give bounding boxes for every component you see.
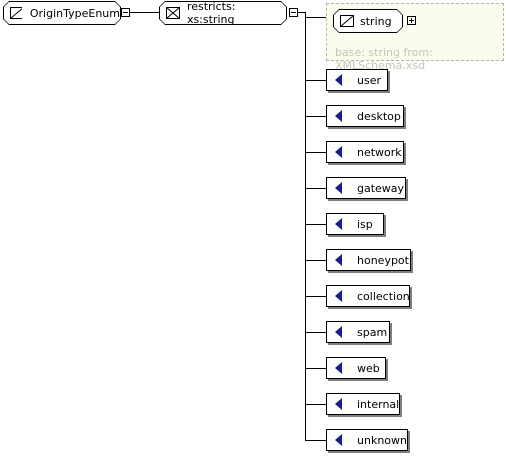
enum-label: honeypot: [357, 253, 409, 267]
connector: [130, 12, 159, 13]
connector: [305, 260, 326, 261]
enum-label: spam: [357, 325, 388, 339]
root-collapse-toggle[interactable]: [121, 8, 130, 17]
enum-label: isp: [357, 217, 373, 231]
enum-label: user: [357, 73, 381, 87]
simple-type-icon: [340, 15, 354, 27]
enum-desktop[interactable]: desktop: [326, 105, 404, 127]
enum-marker-icon: [335, 398, 342, 410]
base-type-expand-toggle[interactable]: [407, 16, 416, 25]
enum-marker-icon: [335, 254, 342, 266]
enum-marker-icon: [335, 218, 342, 230]
connector: [305, 80, 326, 81]
enum-unknown[interactable]: unknown: [326, 429, 408, 451]
enum-marker-icon: [335, 182, 342, 194]
enum-marker-icon: [335, 74, 342, 86]
enum-network[interactable]: network: [326, 141, 404, 163]
enum-marker-icon: [335, 110, 342, 122]
connector: [305, 404, 326, 405]
enum-marker-icon: [335, 326, 342, 338]
enum-marker-icon: [335, 146, 342, 158]
enum-label: network: [357, 145, 402, 159]
connector: [305, 296, 326, 297]
enum-honeypot[interactable]: honeypot: [326, 249, 411, 271]
enum-isp[interactable]: isp: [326, 213, 384, 235]
enum-label: desktop: [357, 109, 401, 123]
enum-label: gateway: [357, 181, 405, 195]
enum-label: collection: [357, 289, 410, 303]
enum-marker-icon: [335, 362, 342, 374]
tree-trunk: [305, 12, 306, 441]
enum-user[interactable]: user: [326, 69, 388, 91]
restriction-label: restricts: xs:string: [186, 0, 236, 26]
origin-type-enum-node[interactable]: OriginTypeEnum: [3, 1, 121, 25]
restriction-node[interactable]: restricts: xs:string: [159, 1, 287, 25]
enum-web[interactable]: web: [326, 357, 386, 379]
enum-spam[interactable]: spam: [326, 321, 390, 343]
restriction-collapse-toggle[interactable]: [289, 8, 298, 17]
base-type-label: string: [360, 14, 392, 28]
restriction-icon: [166, 7, 180, 19]
enum-label: unknown: [357, 433, 407, 447]
base-type-node[interactable]: string: [333, 9, 403, 33]
enum-label: internal: [357, 397, 400, 411]
root-label: OriginTypeEnum: [29, 6, 120, 20]
enum-collection[interactable]: collection: [326, 285, 410, 307]
base-type-panel: string base: string from: XMLSchema.xsd: [326, 3, 504, 72]
connector: [305, 332, 326, 333]
connector: [298, 12, 305, 13]
enum-marker-icon: [335, 290, 342, 302]
connector: [305, 116, 326, 117]
connector: [305, 152, 326, 153]
enum-gateway[interactable]: gateway: [326, 177, 406, 199]
connector: [305, 224, 326, 225]
connector: [305, 368, 326, 369]
connector: [305, 17, 326, 18]
connector: [305, 188, 326, 189]
enum-internal[interactable]: internal: [326, 393, 400, 415]
simple-type-icon: [10, 7, 22, 19]
enum-label: web: [357, 361, 380, 375]
enum-marker-icon: [335, 434, 342, 446]
connector: [305, 440, 326, 441]
